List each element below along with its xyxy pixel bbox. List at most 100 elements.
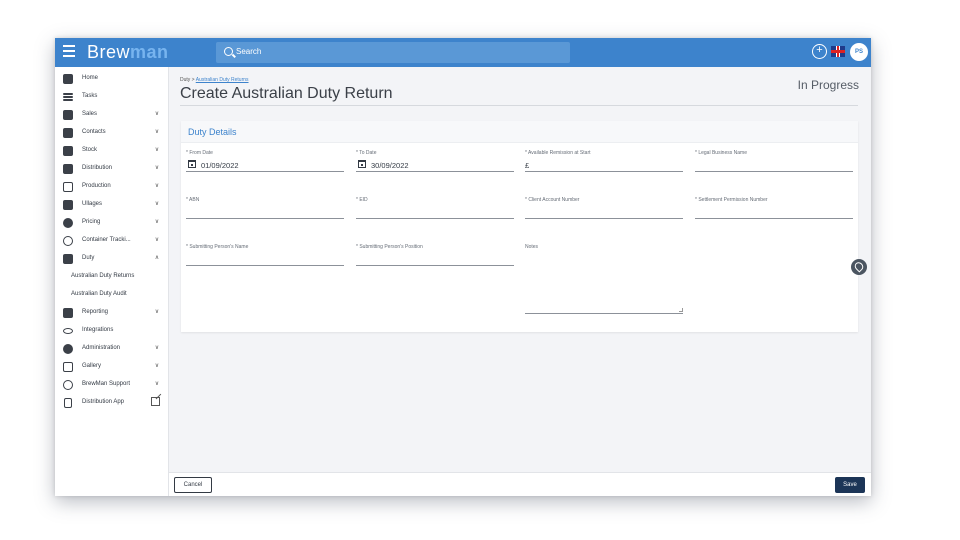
field-label: * To Date [356, 150, 377, 156]
truck-icon [63, 164, 73, 174]
sidebar-item-distribution-app[interactable]: Distribution App [55, 395, 169, 411]
sidebar-item-label: Gallery [82, 363, 102, 369]
cancel-button[interactable]: Cancel [174, 477, 212, 493]
sidebar-item-contacts[interactable]: Contacts ∨ [55, 125, 169, 141]
save-button[interactable]: Save [835, 477, 865, 493]
pricing-icon [63, 218, 73, 228]
sidebar-item-label: Integrations [82, 327, 114, 333]
sidebar-item-distribution[interactable]: Distribution ∨ [55, 161, 169, 177]
sidebar-item-label: Stock [82, 147, 98, 153]
calendar-icon[interactable] [188, 160, 196, 168]
sidebar-item-label: Ullages [82, 201, 103, 207]
card-header: Duty Details [181, 121, 858, 143]
sidebar-subitem-australian-duty-returns[interactable]: Australian Duty Returns [55, 269, 169, 285]
field-label: * From Date [186, 150, 213, 156]
notes-textarea[interactable] [525, 252, 683, 314]
sidebar-item-label: Reporting [82, 309, 109, 315]
bottom-action-bar: Cancel Save [169, 472, 871, 496]
field-value: 01/09/2022 [201, 161, 239, 170]
sidebar-item-gallery[interactable]: Gallery ∨ [55, 359, 169, 375]
eid-input[interactable] [356, 205, 514, 219]
sidebar-item-container-tracking[interactable]: Container Tracki... ∨ [55, 233, 169, 249]
sidebar-item-reporting[interactable]: Reporting ∨ [55, 305, 169, 321]
bottle-icon [63, 200, 73, 210]
sidebar-item-stock[interactable]: Stock ∨ [55, 143, 169, 159]
sidebar-item-administration[interactable]: Administration ∨ [55, 341, 169, 357]
abn-input[interactable] [186, 205, 344, 219]
breadcrumb: Duty > Australian Duty Returns [180, 77, 249, 83]
sidebar-item-integrations[interactable]: Integrations [55, 323, 169, 339]
field-label: Notes [525, 244, 539, 250]
field-value: £ [525, 161, 530, 170]
app-window: Brewman Search + PS Home Tasks Sales ∨ C… [55, 38, 871, 496]
sidebar-item-label: Home [82, 75, 99, 81]
report-icon [63, 308, 73, 318]
client-account-number-input[interactable] [525, 205, 683, 219]
field-label: * Client Account Number [525, 197, 580, 203]
breadcrumb-root: Duty [180, 77, 191, 83]
field-label: * Settlement Permission Number [695, 197, 768, 203]
submitting-person-name-input[interactable] [186, 252, 344, 266]
remission-input[interactable]: £ [525, 158, 683, 172]
field-label: * ABN [186, 197, 200, 203]
field-value: 30/09/2022 [371, 161, 409, 170]
chevron-up-icon: ∧ [154, 255, 160, 261]
sidebar-item-duty[interactable]: Duty ∧ [55, 251, 169, 267]
link-icon [63, 328, 73, 334]
uk-flag-icon[interactable] [831, 46, 845, 57]
contacts-icon [63, 128, 73, 138]
title-divider [180, 105, 858, 106]
chevron-down-icon: ∨ [154, 129, 160, 135]
search-placeholder: Search [236, 47, 262, 56]
list-icon [63, 96, 73, 98]
production-icon [63, 182, 73, 192]
field-label: * Available Remission at Start [525, 150, 591, 156]
chevron-down-icon: ∨ [154, 381, 160, 387]
logo-part1: Brew [87, 42, 131, 62]
calendar-icon[interactable] [358, 160, 366, 168]
chevron-down-icon: ∨ [154, 363, 160, 369]
field-label: * Submitting Person's Name [186, 244, 249, 250]
chevron-down-icon: ∨ [154, 309, 160, 315]
home-icon [63, 74, 73, 84]
target-icon [63, 236, 73, 246]
chevron-down-icon: ∨ [154, 147, 160, 153]
to-date-input[interactable]: 30/09/2022 [356, 158, 514, 172]
chevron-down-icon: ∨ [154, 111, 160, 117]
sidebar-item-sales[interactable]: Sales ∨ [55, 107, 169, 123]
funnel-icon [63, 146, 73, 156]
sidebar-item-pricing[interactable]: Pricing ∨ [55, 215, 169, 231]
legal-business-name-input[interactable] [695, 158, 853, 172]
chevron-down-icon: ∨ [154, 345, 160, 351]
sidebar-item-home[interactable]: Home [55, 71, 169, 87]
sidebar-item-tasks[interactable]: Tasks [55, 89, 169, 105]
sidebar-item-label: Distribution App [82, 399, 125, 405]
breadcrumb-link-duty-returns[interactable]: Australian Duty Returns [196, 77, 249, 83]
sidebar-subitem-australian-duty-audit[interactable]: Australian Duty Audit [55, 287, 169, 303]
menu-icon[interactable] [63, 45, 75, 59]
sidebar-item-ullages[interactable]: Ullages ∨ [55, 197, 169, 213]
sidebar-item-label: Contacts [82, 129, 106, 135]
sidebar-item-production[interactable]: Production ∨ [55, 179, 169, 195]
submitting-person-position-input[interactable] [356, 252, 514, 266]
field-label: * Submitting Person's Position [356, 244, 423, 250]
status-label: In Progress [797, 78, 859, 92]
chevron-down-icon: ∨ [154, 237, 160, 243]
chevron-down-icon: ∨ [154, 219, 160, 225]
sidebar-item-label: Australian Duty Audit [71, 291, 127, 297]
chevron-down-icon: ∨ [154, 183, 160, 189]
sidebar: Home Tasks Sales ∨ Contacts ∨ Stock ∨ Di… [55, 67, 169, 496]
brewman-logo[interactable]: Brewman [87, 42, 169, 63]
phone-icon [64, 398, 72, 408]
gear-icon [63, 344, 73, 354]
settlement-permission-number-input[interactable] [695, 205, 853, 219]
help-icon[interactable] [851, 259, 867, 275]
sidebar-item-label: BrewMan Support [82, 381, 131, 387]
add-icon[interactable]: + [812, 44, 827, 59]
sidebar-item-label: Australian Duty Returns [71, 273, 135, 279]
search-input[interactable]: Search [216, 42, 570, 63]
sidebar-item-brewman-support[interactable]: BrewMan Support ∨ [55, 377, 169, 393]
avatar[interactable]: PS [850, 43, 868, 61]
from-date-input[interactable]: 01/09/2022 [186, 158, 344, 172]
external-link-icon[interactable] [151, 397, 160, 406]
